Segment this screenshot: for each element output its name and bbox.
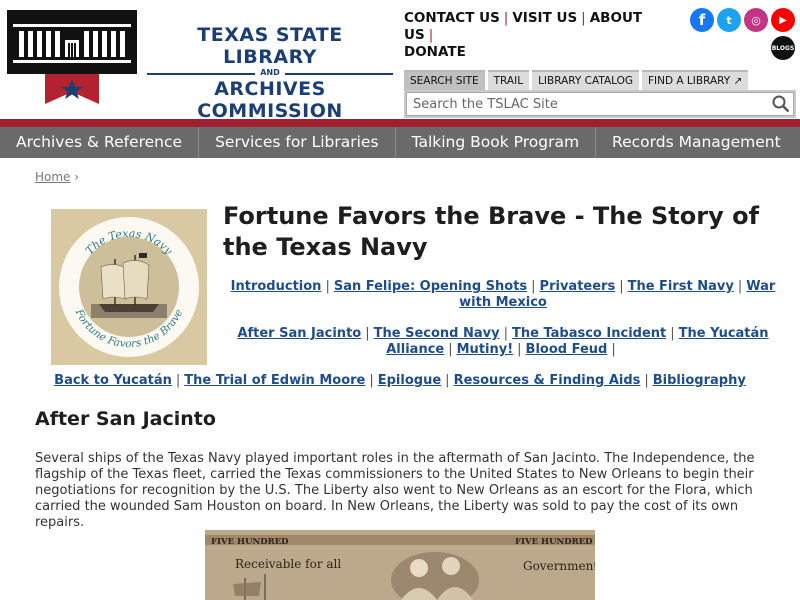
republic-banknote-image: FIVE HUNDRED FIVE HUNDRED Receivable for… bbox=[205, 530, 595, 600]
site-logo-text[interactable]: TEXAS STATE LIBRARY AND ARCHIVES COMMISS… bbox=[147, 24, 393, 122]
search-bar bbox=[404, 90, 796, 118]
tab-search-site[interactable]: SEARCH SITE bbox=[404, 70, 485, 90]
link-epilogue[interactable]: Epilogue bbox=[378, 373, 441, 388]
library-building-logo-icon[interactable] bbox=[7, 10, 137, 74]
banknote-receivable: Receivable for all bbox=[235, 557, 341, 571]
star-ribbon-icon bbox=[45, 74, 99, 104]
link-after-san-jacinto[interactable]: After San Jacinto bbox=[237, 326, 361, 341]
chapter-links-row-1: Introduction | San Felipe: Opening Shots | P… bbox=[223, 279, 783, 311]
link-blood-feud[interactable]: Blood Feud bbox=[526, 342, 608, 357]
facebook-glyph: f bbox=[698, 11, 706, 29]
separator: | bbox=[670, 326, 675, 341]
breadcrumb-home-link[interactable]: Home bbox=[35, 170, 70, 184]
separator: | bbox=[325, 279, 330, 294]
facebook-icon[interactable]: f bbox=[690, 8, 714, 32]
search-input[interactable] bbox=[406, 92, 794, 116]
tab-find-a-library[interactable]: FIND A LIBRARY ↗ bbox=[642, 70, 749, 90]
nav-archives-reference[interactable]: Archives & Reference bbox=[0, 127, 200, 158]
link-introduction[interactable]: Introduction bbox=[231, 279, 322, 294]
separator: | bbox=[644, 373, 649, 388]
utility-links: CONTACT US | VISIT US | ABOUT US | DONATE bbox=[404, 10, 664, 61]
instagram-glyph: ◎ bbox=[751, 13, 761, 27]
blogs-label: BLOGS bbox=[771, 44, 795, 52]
youtube-icon[interactable]: ▶ bbox=[771, 8, 795, 32]
body-paragraph: Several ships of the Texas Navy played i… bbox=[35, 451, 755, 530]
search-tabs: SEARCH SITE TRAIL LIBRARY CATALOG FIND A… bbox=[404, 70, 751, 90]
twitter-glyph: t bbox=[726, 13, 732, 27]
nav-services-for-libraries[interactable]: Services for Libraries bbox=[199, 127, 396, 158]
banknote-corner-right: FIVE HUNDRED bbox=[515, 537, 593, 547]
link-back-to-yucatan[interactable]: Back to Yucatán bbox=[54, 373, 172, 388]
separator: | bbox=[175, 373, 181, 388]
banknote-artwork: FIVE HUNDRED FIVE HUNDRED Receivable for… bbox=[205, 530, 595, 600]
blogs-icon[interactable]: BLOGS bbox=[771, 36, 795, 60]
separator: | bbox=[581, 10, 586, 26]
separator: | bbox=[737, 279, 743, 294]
chapter-links-row-2: After San Jacinto | The Second Navy | The Ta… bbox=[223, 326, 783, 358]
breadcrumb-separator: › bbox=[74, 170, 80, 184]
separator: | bbox=[531, 279, 536, 294]
tab-find-a-library-label: FIND A LIBRARY bbox=[648, 75, 731, 87]
logo-line-1: TEXAS STATE LIBRARY bbox=[197, 24, 343, 68]
external-link-icon: ↗ bbox=[733, 75, 743, 87]
nav-talking-book-program[interactable]: Talking Book Program bbox=[396, 127, 597, 158]
link-second-navy[interactable]: The Second Navy bbox=[374, 326, 500, 341]
separator: | bbox=[517, 342, 522, 357]
separator: | bbox=[428, 27, 434, 43]
link-first-navy[interactable]: The First Navy bbox=[628, 279, 734, 294]
tab-trail[interactable]: TRAIL bbox=[487, 70, 530, 90]
separator: | bbox=[365, 326, 370, 341]
visit-us-link[interactable]: VISIT US bbox=[512, 10, 577, 26]
link-resources-finding-aids[interactable]: Resources & Finding Aids bbox=[454, 373, 641, 388]
separator: | bbox=[369, 373, 374, 388]
nav-records-management[interactable]: Records Management bbox=[596, 127, 797, 158]
separator: | bbox=[445, 373, 450, 388]
link-trial-of-edwin-moore[interactable]: The Trial of Edwin Moore bbox=[184, 373, 365, 388]
search-icon[interactable] bbox=[772, 95, 790, 113]
link-bibliography[interactable]: Bibliography bbox=[653, 373, 746, 388]
separator: | bbox=[503, 326, 508, 341]
header-divider bbox=[0, 119, 800, 127]
page-title: Fortune Favors the Brave - The Story of … bbox=[223, 202, 760, 261]
youtube-glyph: ▶ bbox=[779, 14, 787, 26]
tab-library-catalog[interactable]: LIBRARY CATALOG bbox=[532, 70, 639, 90]
banknote-government: Government bbox=[523, 559, 595, 573]
separator: | bbox=[611, 342, 616, 357]
instagram-icon[interactable]: ◎ bbox=[744, 8, 768, 32]
separator: | bbox=[448, 342, 453, 357]
breadcrumb: Home › bbox=[35, 170, 79, 184]
link-san-felipe[interactable]: San Felipe: Opening Shots bbox=[334, 279, 527, 294]
site-header: TEXAS STATE LIBRARY AND ARCHIVES COMMISS… bbox=[0, 0, 800, 122]
texas-navy-emblem: The Texas Navy Fortune Favors the Brave bbox=[51, 209, 207, 365]
twitter-icon[interactable]: t bbox=[717, 8, 741, 32]
logo-line-2: ARCHIVES COMMISSION bbox=[197, 78, 343, 122]
separator: | bbox=[619, 279, 624, 294]
logo-and: AND bbox=[147, 68, 393, 78]
main-nav: Archives & Reference Services for Librar… bbox=[0, 127, 800, 158]
section-heading: After San Jacinto bbox=[35, 408, 216, 430]
separator: | bbox=[503, 10, 509, 26]
contact-us-link[interactable]: CONTACT US bbox=[404, 10, 500, 26]
link-mutiny[interactable]: Mutiny! bbox=[457, 342, 514, 357]
donate-link[interactable]: DONATE bbox=[404, 44, 466, 60]
chapter-links-row-3: Back to Yucatán | The Trial of Edwin Moore… bbox=[35, 373, 765, 389]
banknote-corner-left: FIVE HUNDRED bbox=[211, 537, 289, 547]
link-tabasco-incident[interactable]: The Tabasco Incident bbox=[512, 326, 666, 341]
link-privateers[interactable]: Privateers bbox=[540, 279, 616, 294]
